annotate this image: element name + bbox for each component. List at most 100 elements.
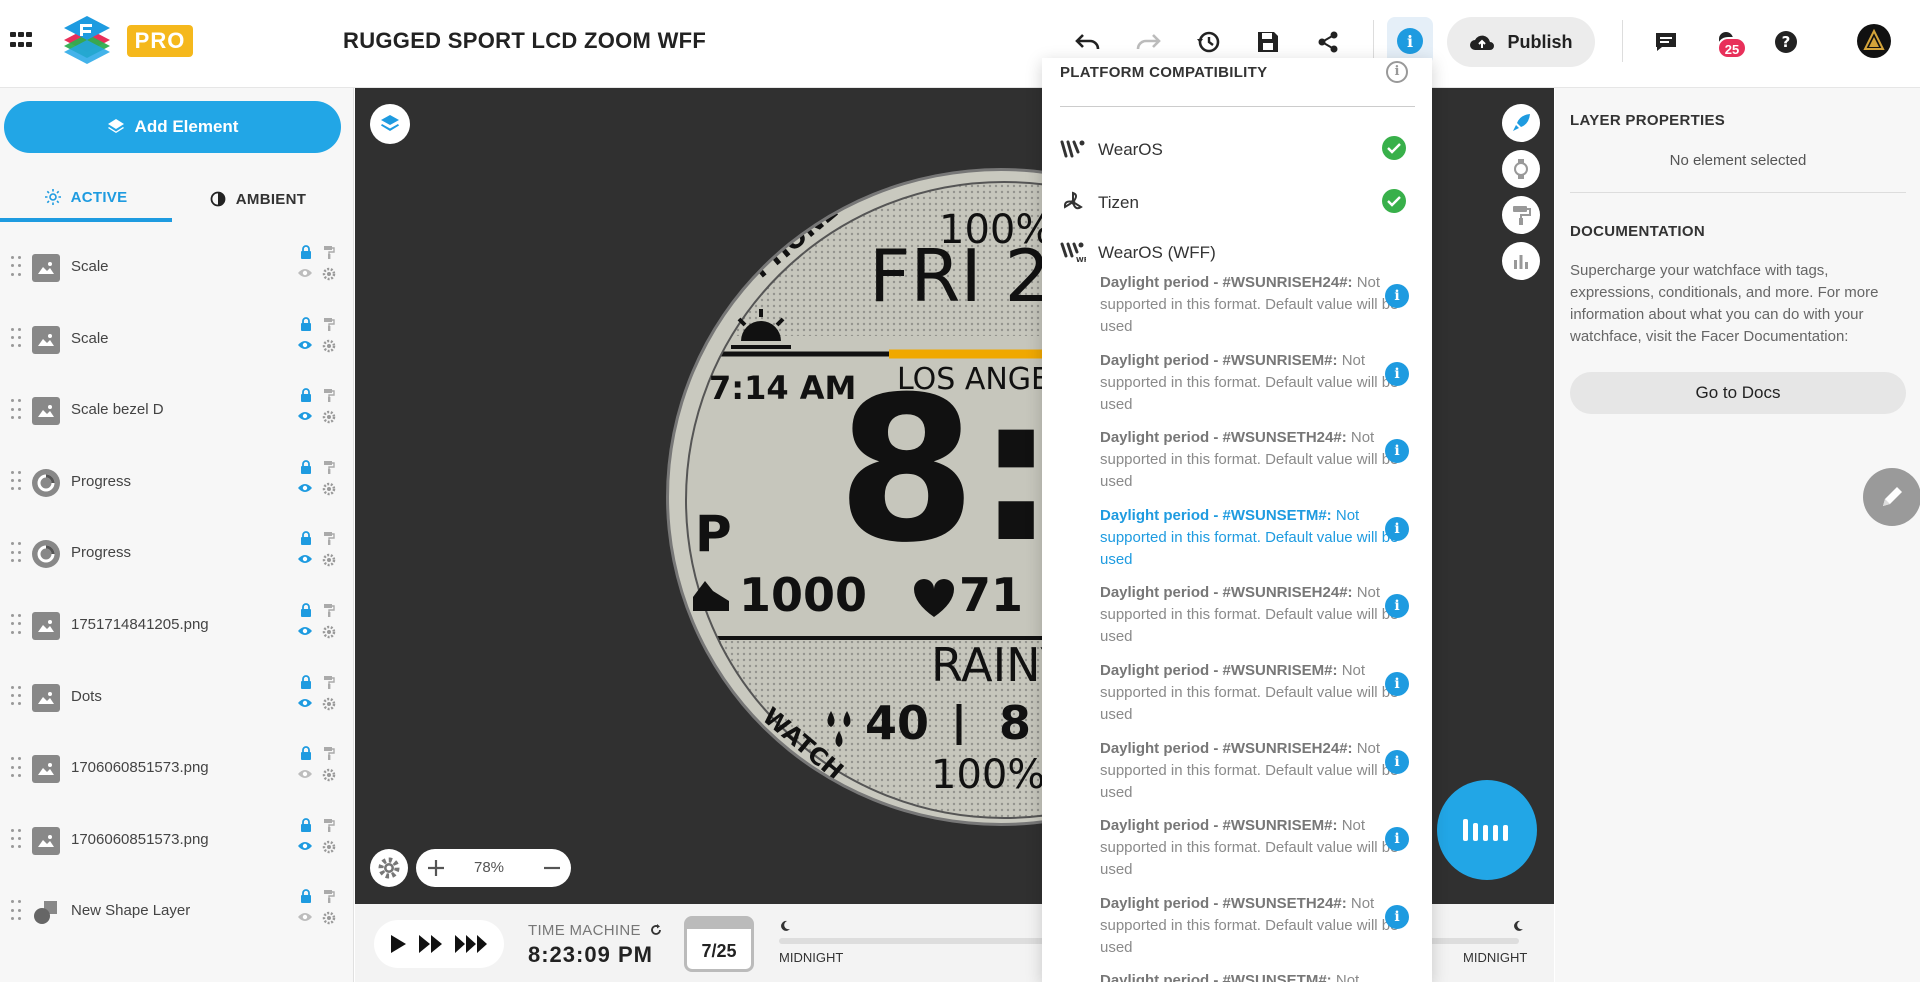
paint-roller-icon[interactable] bbox=[323, 746, 335, 761]
paint-button[interactable] bbox=[1502, 196, 1540, 234]
layer-row[interactable]: Progress bbox=[0, 518, 353, 590]
paint-roller-icon[interactable] bbox=[323, 245, 335, 259]
drag-handle-icon[interactable] bbox=[11, 685, 21, 708]
lock-icon[interactable] bbox=[300, 674, 312, 689]
history-icon[interactable] bbox=[1194, 28, 1222, 56]
watch-preview-button[interactable] bbox=[1502, 150, 1540, 188]
drag-handle-icon[interactable] bbox=[11, 757, 21, 779]
visibility-eye-icon[interactable] bbox=[297, 840, 313, 852]
date-picker[interactable]: 7/25 bbox=[684, 916, 754, 972]
compatibility-warning[interactable]: Daylight period - #WSUNRISEM#: Not suppo… bbox=[1100, 815, 1400, 881]
compatibility-warning[interactable]: Daylight period - #WSUNRISEM#: Not suppo… bbox=[1100, 350, 1400, 416]
facer-logo[interactable] bbox=[62, 14, 112, 66]
visibility-eye-icon[interactable] bbox=[297, 482, 313, 494]
fast-forward-icon[interactable] bbox=[417, 933, 445, 955]
comments-icon[interactable] bbox=[1652, 28, 1680, 56]
undo-icon[interactable] bbox=[1074, 28, 1102, 56]
gear-icon[interactable] bbox=[322, 911, 336, 925]
info-icon[interactable]: i bbox=[1385, 594, 1409, 619]
info-icon[interactable]: i bbox=[1385, 827, 1409, 852]
edit-button[interactable] bbox=[1863, 468, 1920, 526]
canvas-settings-button[interactable] bbox=[370, 849, 408, 887]
visibility-eye-icon[interactable] bbox=[297, 768, 313, 780]
drag-handle-icon[interactable] bbox=[11, 900, 21, 922]
go-to-docs-button[interactable]: Go to Docs bbox=[1570, 372, 1906, 414]
drag-handle-icon[interactable] bbox=[11, 256, 21, 278]
paint-roller-icon[interactable] bbox=[323, 460, 335, 474]
gear-icon[interactable] bbox=[322, 625, 336, 639]
paint-roller-icon[interactable] bbox=[323, 388, 335, 403]
layer-row[interactable]: 1706060851573.png bbox=[0, 733, 353, 805]
paint-roller-icon[interactable] bbox=[323, 675, 335, 689]
layer-row[interactable]: New Shape Layer bbox=[0, 876, 353, 948]
layer-row[interactable]: Scale bbox=[0, 232, 353, 304]
simulated-time[interactable]: 8:23:09 PM bbox=[528, 942, 653, 968]
info-icon[interactable]: i bbox=[1385, 439, 1409, 464]
layers-toggle-button[interactable] bbox=[370, 104, 410, 144]
visibility-eye-icon[interactable] bbox=[297, 267, 313, 279]
tab-active[interactable]: ACTIVE bbox=[0, 176, 172, 222]
lock-icon[interactable] bbox=[300, 459, 312, 474]
drag-handle-icon[interactable] bbox=[11, 470, 21, 493]
paint-roller-icon[interactable] bbox=[323, 317, 335, 331]
user-avatar[interactable] bbox=[1857, 24, 1891, 58]
refresh-icon[interactable] bbox=[649, 923, 663, 937]
audio-assistant-button[interactable] bbox=[1437, 780, 1537, 880]
visibility-eye-icon[interactable] bbox=[297, 625, 313, 637]
document-title[interactable]: RUGGED SPORT LCD ZOOM WFF bbox=[343, 28, 706, 54]
paint-roller-icon[interactable] bbox=[323, 889, 335, 904]
compatibility-warning[interactable]: Daylight period - #WSUNSETH24#: Not supp… bbox=[1100, 427, 1400, 493]
compatibility-warning[interactable]: Daylight period - #WSUNRISEH24#: Not sup… bbox=[1100, 738, 1400, 804]
paint-roller-icon[interactable] bbox=[323, 531, 335, 546]
drag-handle-icon[interactable] bbox=[11, 542, 21, 564]
visibility-eye-icon[interactable] bbox=[297, 553, 313, 565]
layer-row[interactable]: Scale bbox=[0, 304, 353, 376]
visibility-eye-icon[interactable] bbox=[297, 911, 313, 923]
gear-icon[interactable] bbox=[322, 697, 336, 711]
layer-row[interactable]: 1751714841205.png bbox=[0, 590, 353, 662]
paint-roller-icon[interactable] bbox=[323, 603, 335, 617]
gear-icon[interactable] bbox=[322, 482, 336, 496]
drag-handle-icon[interactable] bbox=[11, 614, 21, 636]
gear-icon[interactable] bbox=[322, 267, 336, 281]
compatibility-warning[interactable]: Daylight period - #WSUNSETM#: Not bbox=[1100, 970, 1400, 982]
visibility-eye-icon[interactable] bbox=[297, 410, 313, 422]
visibility-eye-icon[interactable] bbox=[297, 339, 313, 351]
gear-icon[interactable] bbox=[322, 768, 336, 782]
zoom-out-icon[interactable] bbox=[542, 858, 562, 878]
info-icon[interactable]: i bbox=[1385, 672, 1409, 696]
info-icon[interactable]: i bbox=[1385, 749, 1409, 774]
tab-ambient[interactable]: AMBIENT bbox=[172, 176, 344, 222]
info-icon[interactable]: i bbox=[1385, 361, 1409, 386]
compatibility-warning[interactable]: Daylight period - #WSUNSETM#: Not suppor… bbox=[1100, 505, 1400, 571]
redo-icon[interactable] bbox=[1134, 28, 1162, 56]
compatibility-warning[interactable]: Daylight period - #WSUNRISEM#: Not suppo… bbox=[1100, 660, 1400, 726]
lock-icon[interactable] bbox=[300, 388, 312, 403]
lock-icon[interactable] bbox=[300, 889, 312, 904]
apps-grid-icon[interactable] bbox=[10, 32, 32, 50]
lock-icon[interactable] bbox=[300, 817, 312, 832]
lock-icon[interactable] bbox=[300, 746, 312, 761]
info-icon[interactable]: i bbox=[1385, 284, 1409, 308]
gear-icon[interactable] bbox=[322, 410, 336, 424]
save-icon[interactable] bbox=[1254, 28, 1282, 56]
lock-icon[interactable] bbox=[300, 316, 312, 331]
info-icon[interactable]: i bbox=[1385, 516, 1409, 541]
layer-row[interactable]: Scale bezel D bbox=[0, 375, 353, 447]
share-icon[interactable] bbox=[1314, 28, 1342, 56]
paint-roller-icon[interactable] bbox=[323, 818, 335, 832]
compatibility-warning[interactable]: Daylight period - #WSUNRISEH24#: Not sup… bbox=[1100, 582, 1400, 648]
drag-handle-icon[interactable] bbox=[11, 327, 21, 350]
drag-handle-icon[interactable] bbox=[11, 828, 21, 851]
faster-forward-icon[interactable] bbox=[454, 933, 490, 955]
info-outline-icon[interactable]: i bbox=[1386, 61, 1408, 83]
publish-button[interactable]: Publish bbox=[1447, 17, 1595, 67]
drag-handle-icon[interactable] bbox=[11, 399, 21, 421]
add-element-button[interactable]: Add Element bbox=[4, 101, 341, 153]
gear-icon[interactable] bbox=[322, 840, 336, 854]
lock-icon[interactable] bbox=[300, 531, 312, 546]
compatibility-warning[interactable]: Daylight period - #WSUNSETH24#: Not supp… bbox=[1100, 893, 1400, 959]
zoom-in-icon[interactable] bbox=[426, 858, 446, 878]
visibility-eye-icon[interactable] bbox=[297, 697, 313, 709]
layer-row[interactable]: Progress bbox=[0, 447, 353, 519]
